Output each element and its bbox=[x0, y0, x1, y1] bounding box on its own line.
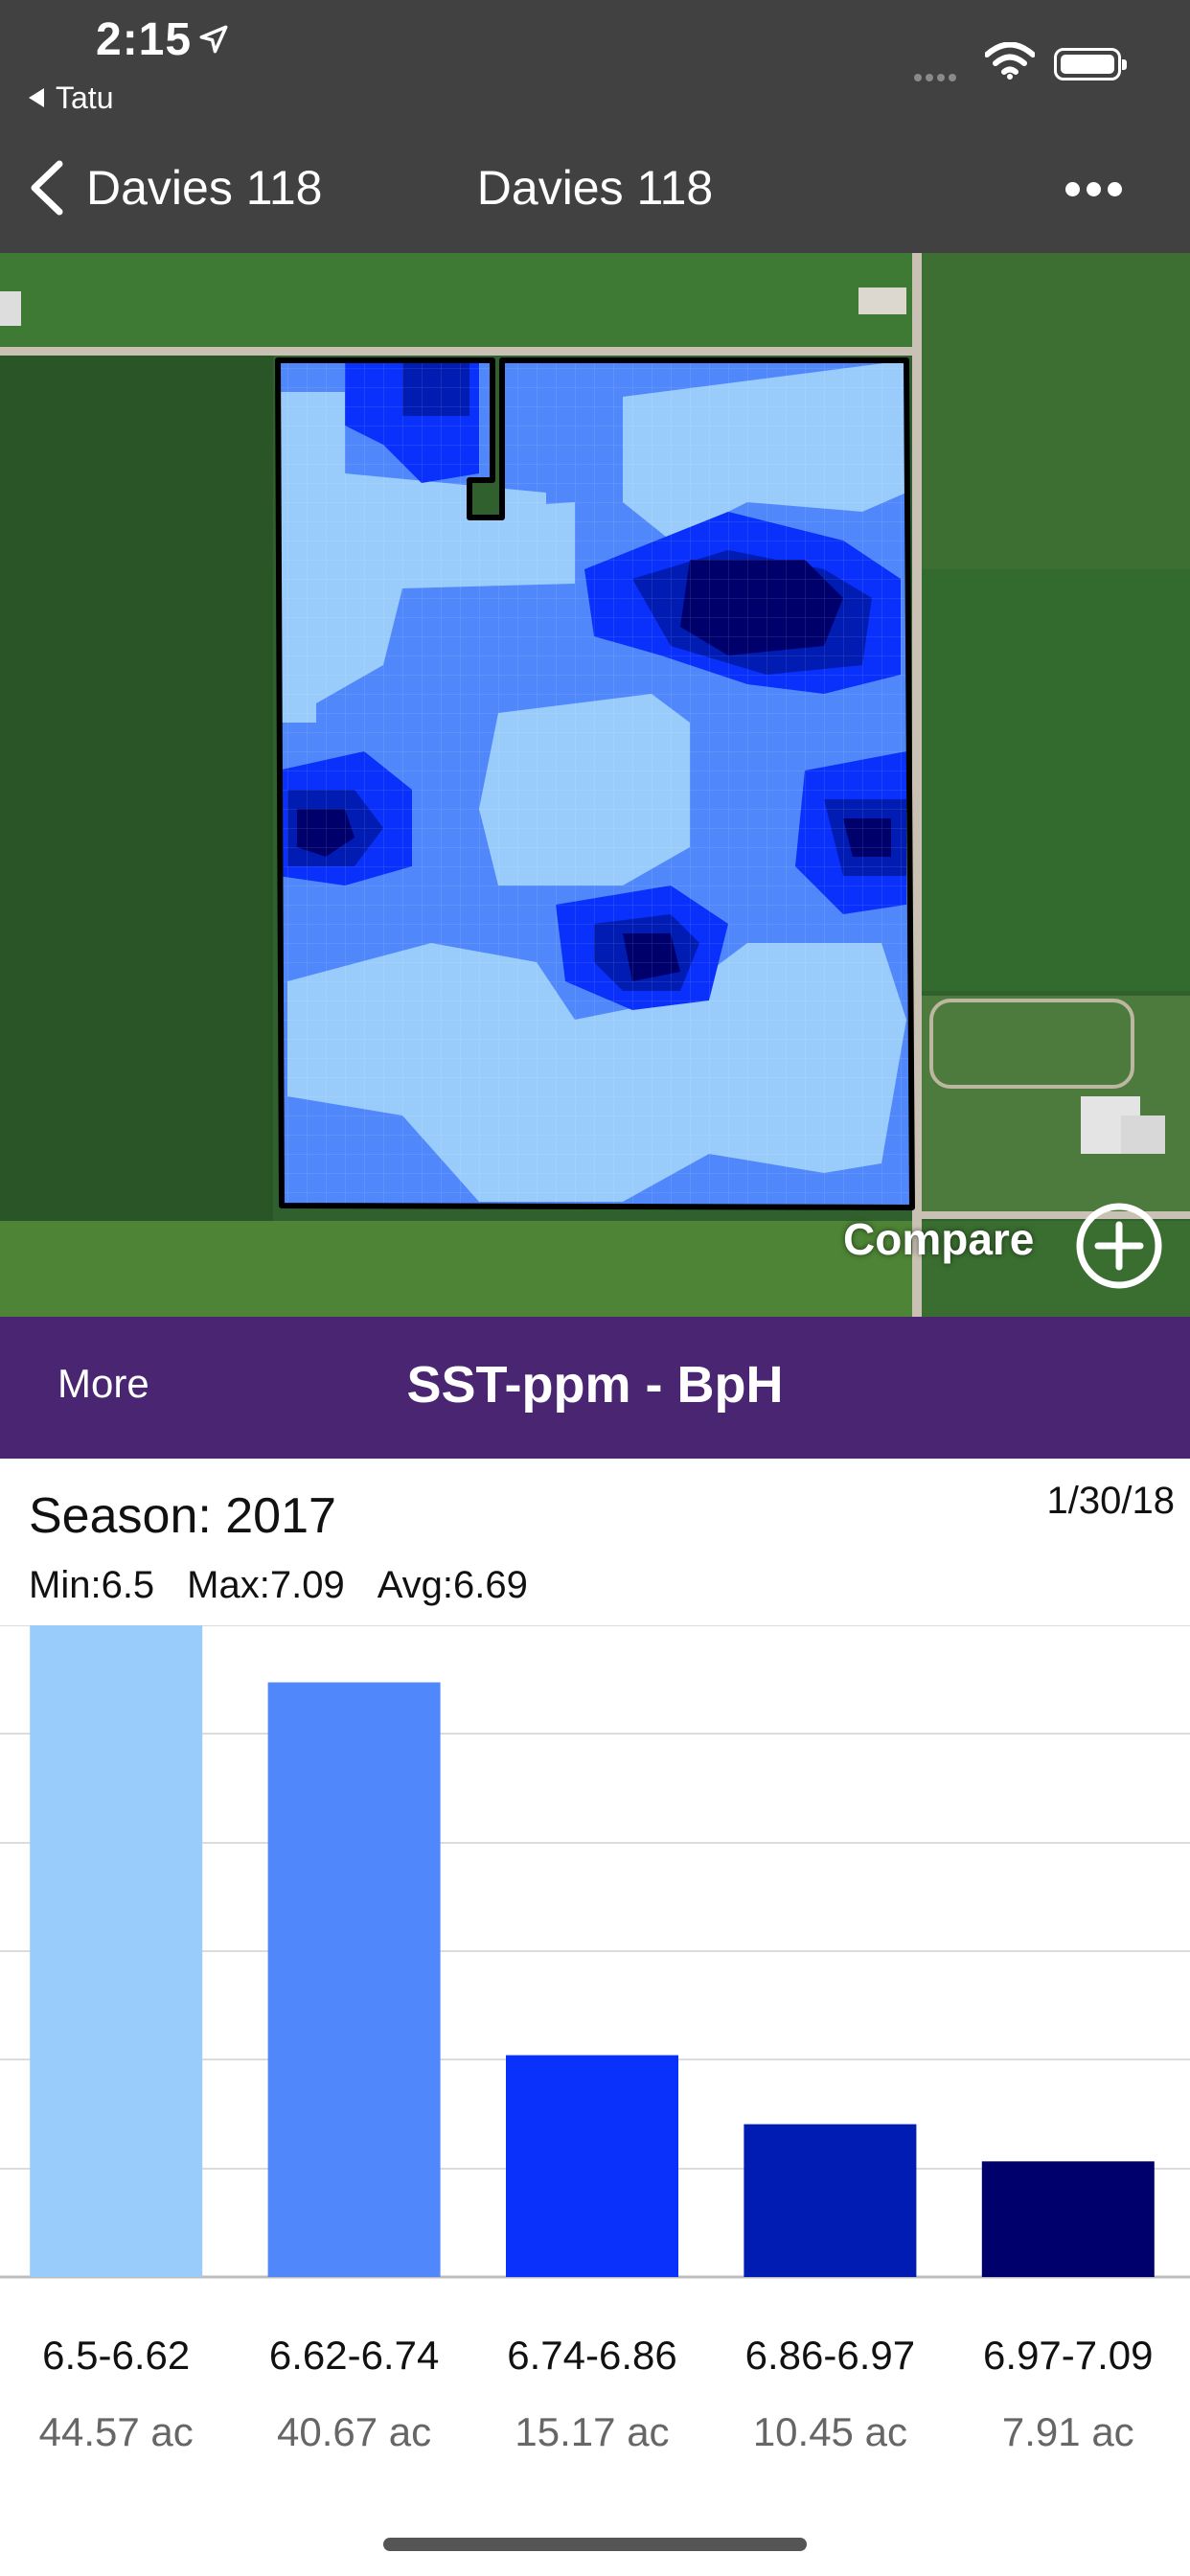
acreage-label: 7.91 ac bbox=[1001, 2409, 1134, 2454]
map-canvas bbox=[0, 253, 1190, 1317]
stat-max: Max:7.09 bbox=[187, 1564, 345, 1606]
stats-summary: Min:6.5 Max:7.09 Avg:6.69 bbox=[29, 1564, 561, 1607]
chart-bar bbox=[267, 1682, 441, 2277]
season-label: Season: 2017 bbox=[29, 1488, 336, 1544]
chart-bar bbox=[744, 2124, 917, 2277]
status-time: 2:15 bbox=[96, 14, 193, 65]
category-label: 6.74-6.86 bbox=[507, 2333, 677, 2378]
category-label: 6.62-6.74 bbox=[268, 2333, 440, 2378]
page-title: Davies 118 bbox=[476, 161, 714, 215]
home-indicator[interactable] bbox=[383, 2538, 807, 2551]
top-bar: 2:15 Tatu Davies 118 Davies 118 bbox=[0, 0, 1190, 253]
chart-bar bbox=[506, 2055, 678, 2277]
wifi-icon bbox=[985, 42, 1035, 80]
histogram-chart bbox=[0, 1625, 1190, 2279]
category-label: 6.86-6.97 bbox=[744, 2333, 916, 2378]
field-map[interactable]: Compare bbox=[0, 253, 1190, 1317]
compare-button[interactable]: Compare bbox=[843, 1213, 1034, 1265]
category-label: 6.97-7.09 bbox=[983, 2333, 1154, 2378]
acreage-label: 40.67 ac bbox=[277, 2409, 432, 2454]
back-to-app-link[interactable]: Tatu bbox=[29, 80, 113, 116]
stat-avg: Avg:6.69 bbox=[377, 1564, 528, 1606]
category-labels: 6.5-6.62 6.62-6.74 6.74-6.86 6.86-6.97 6.97-… bbox=[0, 2333, 1190, 2390]
back-triangle-icon bbox=[29, 87, 44, 107]
chart-bar bbox=[30, 1625, 203, 2277]
acreage-label: 15.17 ac bbox=[515, 2409, 670, 2454]
cellular-signal-icon bbox=[914, 69, 960, 86]
layer-bar: More SST-ppm - BpH bbox=[0, 1317, 1190, 1459]
more-dots-icon[interactable] bbox=[1065, 182, 1129, 196]
chart-bar bbox=[981, 2161, 1155, 2277]
acreage-label: 44.57 ac bbox=[38, 2409, 194, 2454]
location-arrow-icon bbox=[199, 25, 228, 54]
back-app-label: Tatu bbox=[56, 80, 114, 115]
date-label: 1/30/18 bbox=[1046, 1480, 1175, 1522]
layer-title: SST-ppm - BpH bbox=[406, 1356, 784, 1414]
acreage-labels: 44.57 ac 40.67 ac 15.17 ac 10.45 ac 7.91 ac bbox=[0, 2409, 1190, 2467]
stat-min: Min:6.5 bbox=[29, 1564, 155, 1606]
acreage-label: 10.45 ac bbox=[752, 2409, 907, 2454]
category-label: 6.5-6.62 bbox=[42, 2333, 191, 2378]
battery-icon bbox=[1054, 48, 1127, 80]
plus-circle-icon[interactable] bbox=[1075, 1202, 1163, 1290]
